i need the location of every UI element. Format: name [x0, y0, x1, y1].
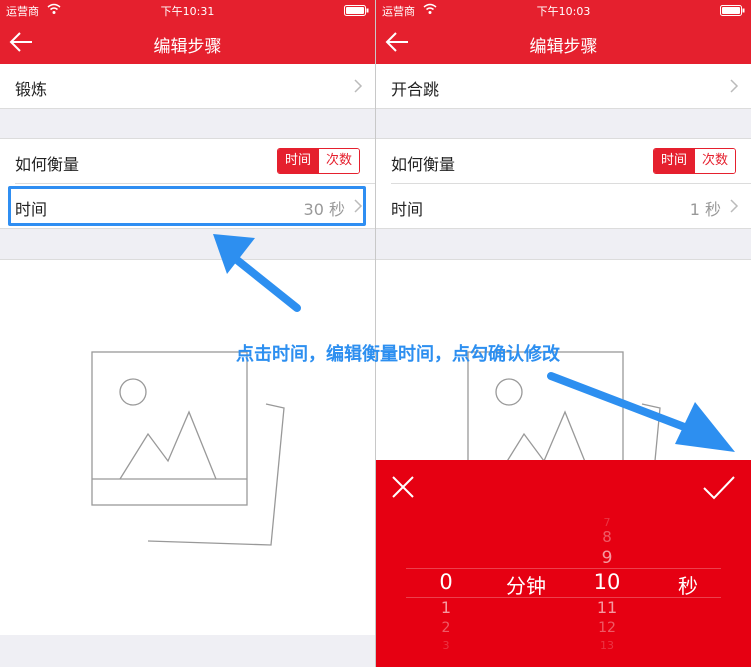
left-phone-screen: 运营商 下午10:31 编辑步骤 锻炼 如何衡量 时间 次数 时间 30 秒 — [0, 0, 375, 667]
minutes-option: 3 — [442, 639, 450, 652]
seconds-unit: 秒 — [678, 574, 698, 598]
image-placeholder-icon — [91, 351, 285, 546]
exercise-row[interactable]: 开合跳 — [376, 64, 751, 108]
battery-icon — [720, 5, 745, 16]
chevron-right-icon — [730, 199, 739, 213]
exercise-name: 开合跳 — [391, 80, 440, 99]
page-title: 编辑步骤 — [529, 37, 598, 57]
segment-count[interactable]: 次数 — [694, 149, 735, 173]
seconds-option: 13 — [600, 639, 614, 652]
minutes-option: 2 — [441, 620, 451, 636]
seconds-option: 9 — [601, 548, 613, 568]
seconds-selected: 10 — [593, 570, 621, 594]
minutes-selected: 0 — [439, 570, 453, 594]
chevron-right-icon — [730, 79, 739, 93]
time-picker-panel: 0 1 2 3 分钟 7 8 9 10 11 12 13 秒 — [376, 460, 751, 667]
status-bar: 运营商 下午10:31 — [0, 0, 375, 20]
divider — [376, 259, 751, 260]
checkmark-icon[interactable] — [703, 476, 735, 500]
section-gap — [376, 109, 751, 138]
section-gap — [0, 229, 375, 259]
time-value: 1 秒 — [689, 200, 721, 219]
divider — [0, 259, 375, 260]
close-icon[interactable] — [392, 476, 414, 498]
exercise-name: 锻炼 — [15, 80, 48, 99]
minutes-wheel[interactable]: 0 1 2 3 — [426, 460, 466, 667]
navigation-bar: 编辑步骤 — [0, 20, 375, 64]
measure-segmented-control[interactable]: 时间 次数 — [653, 148, 736, 174]
annotation-arrow-icon — [547, 372, 735, 452]
time-label: 时间 — [391, 200, 424, 219]
seconds-option: 12 — [598, 620, 616, 636]
status-time: 下午10:03 — [536, 5, 591, 18]
section-gap — [0, 109, 375, 138]
chevron-right-icon — [354, 79, 363, 93]
minutes-unit: 分钟 — [506, 574, 546, 598]
section-gap — [376, 229, 751, 259]
segment-time[interactable]: 时间 — [654, 149, 694, 173]
annotation-arrow-icon — [213, 234, 301, 312]
measure-label: 如何衡量 — [15, 155, 80, 174]
navigation-bar: 编辑步骤 — [376, 20, 751, 64]
measure-segmented-control[interactable]: 时间 次数 — [277, 148, 360, 174]
seconds-wheel[interactable]: 7 8 9 10 11 12 13 — [582, 460, 632, 667]
minutes-option: 1 — [440, 598, 452, 617]
battery-icon — [344, 5, 369, 16]
page-title: 编辑步骤 — [153, 37, 222, 57]
measure-row: 如何衡量 时间 次数 — [376, 139, 751, 183]
instruction-annotation: 点击时间，编辑衡量时间，点勾确认修改 — [236, 344, 560, 365]
status-bar: 运营商 下午10:03 — [376, 0, 751, 20]
seconds-option: 8 — [602, 528, 612, 546]
segment-count[interactable]: 次数 — [318, 149, 359, 173]
time-row-highlight — [8, 186, 366, 226]
seconds-option: 11 — [596, 598, 618, 617]
status-time: 下午10:31 — [160, 5, 215, 18]
segment-time[interactable]: 时间 — [278, 149, 318, 173]
measure-label: 如何衡量 — [391, 155, 456, 174]
bottom-band — [0, 635, 375, 667]
time-row[interactable]: 时间 1 秒 — [376, 184, 751, 228]
measure-row: 如何衡量 时间 次数 — [0, 139, 375, 183]
exercise-row[interactable]: 锻炼 — [0, 64, 375, 108]
right-phone-screen: 运营商 下午10:03 编辑步骤 开合跳 如何衡量 时间 次数 时间 1 秒 0… — [376, 0, 751, 667]
